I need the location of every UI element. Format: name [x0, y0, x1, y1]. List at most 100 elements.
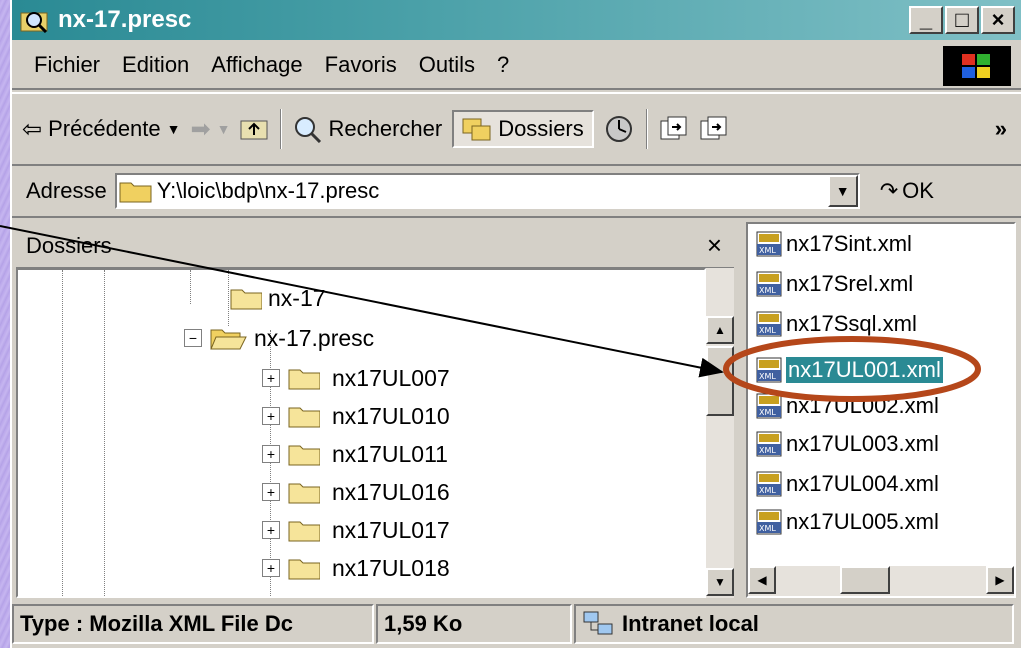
file-item-selected[interactable]: XML nx17UL001.xml — [756, 354, 943, 386]
maximize-button[interactable]: □ — [945, 6, 979, 34]
menu-outils[interactable]: Outils — [419, 52, 475, 78]
menu-affichage[interactable]: Affichage — [211, 52, 302, 78]
tree-item-label: nx17UL017 — [332, 516, 450, 543]
tree-guide — [62, 270, 63, 596]
scroll-track[interactable] — [890, 566, 986, 596]
status-zone-text: Intranet local — [622, 611, 759, 636]
file-item[interactable]: XML nx17Ssql.xml — [756, 308, 917, 340]
folder-icon — [288, 559, 320, 580]
tree-item[interactable]: + nx17UL016 — [262, 474, 450, 510]
move-to-icon — [660, 116, 687, 140]
menu-edition[interactable]: Edition — [122, 52, 189, 78]
tree-item[interactable]: − nx-17.presc — [184, 320, 374, 356]
close-icon[interactable]: × — [707, 230, 722, 261]
forward-button[interactable]: ➡ ▼ — [191, 115, 231, 144]
folders-icon — [462, 118, 491, 141]
xml-file-icon: XML — [756, 431, 782, 457]
menu-fichier[interactable]: Fichier — [34, 52, 100, 78]
tree-item[interactable]: + nx17UL018 — [262, 550, 450, 586]
address-bar: Adresse Y:\loic\bdp\nx-17.presc ▼ ↷ OK — [12, 166, 1021, 218]
status-type-text: Type : Mozilla XML File Dc — [20, 611, 294, 636]
scroll-track[interactable] — [776, 566, 840, 596]
scroll-thumb[interactable] — [706, 346, 734, 416]
menu-help[interactable]: ? — [497, 52, 509, 78]
svg-text:XML: XML — [759, 524, 776, 533]
xml-file-icon: XML — [756, 271, 782, 297]
expand-icon[interactable]: + — [262, 445, 280, 463]
status-type: Type : Mozilla XML File Dc — [12, 604, 374, 644]
address-field[interactable]: Y:\loic\bdp\nx-17.presc ▼ — [114, 173, 860, 209]
back-button[interactable]: ⇦ Précédente ▼ — [22, 115, 181, 144]
folder-tree[interactable]: nx-17 − nx-17.presc + nx17UL007 + nx17UL… — [16, 268, 706, 598]
tree-item-label: nx17UL007 — [332, 364, 450, 391]
svg-text:XML: XML — [759, 286, 776, 295]
expand-icon[interactable]: + — [262, 521, 280, 539]
tree-item[interactable]: + nx17UL007 — [262, 360, 450, 396]
title-bar[interactable]: nx-17.presc _ □ × — [12, 0, 1021, 40]
scroll-down-button[interactable]: ▼ — [706, 568, 734, 596]
menu-bar: Fichier Edition Affichage Favoris Outils… — [12, 42, 1021, 90]
search-icon — [295, 117, 322, 143]
folders-pane: Dossiers × nx-17 − nx-17.presc + nx17UL0… — [16, 224, 734, 598]
tree-item[interactable]: nx-17 — [230, 280, 326, 316]
file-name: nx17UL004.xml — [786, 471, 939, 496]
file-item[interactable]: XML nx17UL003.xml — [756, 428, 939, 460]
search-label: Rechercher — [328, 116, 443, 141]
file-item[interactable]: XML nx17Sint.xml — [756, 228, 912, 260]
more-tools-button[interactable]: » — [995, 116, 1007, 142]
file-item[interactable]: XML nx17UL005.xml — [756, 506, 939, 538]
expand-icon[interactable]: + — [262, 483, 280, 501]
tree-vertical-scrollbar[interactable]: ▲ ▼ — [706, 268, 734, 598]
scroll-up-button[interactable]: ▲ — [706, 316, 734, 344]
chevron-down-icon: ▼ — [835, 183, 850, 199]
copy-to-button[interactable] — [698, 115, 728, 143]
tree-item[interactable]: + nx17UL011 — [262, 436, 448, 472]
search-folder-icon — [20, 7, 50, 34]
tree-item[interactable]: + nx17UL017 — [262, 512, 450, 548]
file-item[interactable]: XML nx17UL002.xml — [756, 390, 939, 422]
toolbar-separator — [645, 109, 648, 149]
close-button[interactable]: × — [981, 6, 1015, 34]
file-name: nx17Srel.xml — [786, 271, 914, 296]
file-name: nx17UL005.xml — [786, 509, 939, 534]
svg-text:XML: XML — [759, 486, 776, 495]
folder-icon — [230, 289, 262, 310]
up-folder-button[interactable] — [240, 117, 268, 141]
expand-icon[interactable]: + — [262, 559, 280, 577]
go-arrow-icon: ↷ — [879, 178, 899, 203]
expand-icon[interactable]: + — [262, 407, 280, 425]
windows-logo-icon — [943, 46, 1011, 86]
svg-text:XML: XML — [759, 326, 776, 335]
up-arrow-icon: ▲ — [714, 323, 726, 337]
address-dropdown-button[interactable]: ▼ — [827, 175, 858, 207]
folders-pane-header: Dossiers × — [16, 224, 734, 268]
scroll-left-button[interactable]: ◀ — [748, 566, 776, 594]
move-to-button[interactable] — [658, 115, 688, 143]
folders-button[interactable]: Dossiers — [452, 110, 594, 148]
svg-text:XML: XML — [759, 408, 776, 417]
xml-file-icon: XML — [756, 509, 782, 535]
history-button[interactable] — [604, 114, 634, 144]
status-bar: Type : Mozilla XML File Dc 1,59 Ko Intra… — [12, 600, 1021, 648]
svg-text:XML: XML — [759, 372, 776, 381]
expand-icon[interactable]: + — [262, 369, 280, 387]
collapse-icon[interactable]: − — [184, 329, 202, 347]
status-zone: Intranet local — [574, 604, 1014, 644]
file-name: nx17Sint.xml — [786, 231, 912, 256]
scroll-thumb[interactable] — [840, 566, 890, 594]
history-icon — [605, 116, 632, 142]
file-item[interactable]: XML nx17UL004.xml — [756, 468, 939, 500]
search-button[interactable]: Rechercher — [292, 115, 442, 143]
file-list-horizontal-scrollbar[interactable]: ◀ ▶ — [748, 566, 1014, 596]
back-arrow-icon: ⇦ — [22, 115, 43, 143]
minimize-button[interactable]: _ — [909, 6, 943, 34]
tree-item-label: nx17UL010 — [332, 402, 450, 429]
menu-favoris[interactable]: Favoris — [325, 52, 397, 78]
tree-item[interactable]: + nx17UL010 — [262, 398, 450, 434]
scroll-right-button[interactable]: ▶ — [986, 566, 1014, 594]
file-item[interactable]: XML nx17Srel.xml — [756, 268, 913, 300]
file-list[interactable]: XML nx17Sint.xml XML nx17Srel.xml XML nx… — [746, 222, 1016, 598]
address-value: Y:\loic\bdp\nx-17.presc — [156, 178, 380, 203]
folder-icon — [288, 483, 320, 504]
go-button[interactable]: ↷ OK — [880, 178, 934, 204]
